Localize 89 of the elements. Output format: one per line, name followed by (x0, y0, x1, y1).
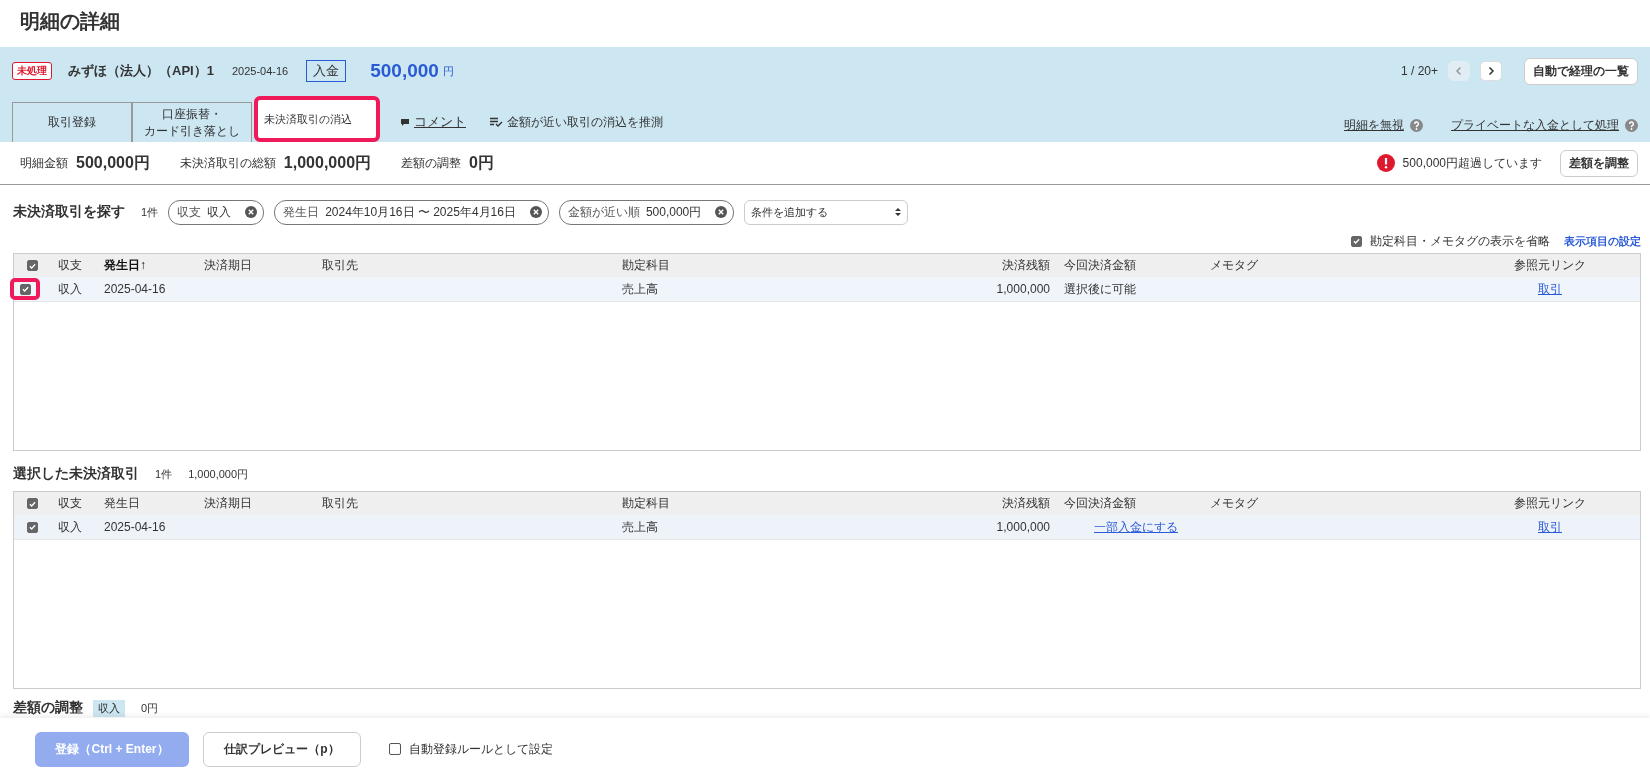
section-title: 未決済取引を探す (13, 203, 125, 221)
column-header[interactable]: メモタグ (1210, 495, 1460, 512)
type-tag: 収入 (93, 699, 125, 717)
value-text: 0円 (141, 700, 159, 716)
column-header[interactable]: 収支 (50, 495, 90, 512)
transaction-link[interactable]: 取引 (1538, 519, 1562, 534)
transaction-link[interactable]: 取引 (1538, 281, 1562, 296)
summary-value: 0円 (469, 152, 494, 173)
guess-link[interactable]: 金額が近い取引の消込を推測 (484, 102, 669, 142)
filter-chip[interactable]: 発生日 2024年10月16日 〜 2025年4月16日 (274, 199, 549, 225)
column-header[interactable]: 取引先 (322, 495, 622, 512)
total-text: 1,000,000円 (188, 466, 249, 482)
section-title: 差額の調整 (13, 699, 83, 717)
tab[interactable]: 未決済取引の消込 (254, 96, 380, 142)
table-cell: 選択後に可能 (1064, 281, 1136, 296)
filter-chip[interactable]: 収支 収入 (168, 199, 265, 225)
column-header[interactable]: 発生日↑ (90, 257, 204, 274)
omit-option[interactable]: 勘定科目・メモタグの表示を省略 (1351, 232, 1550, 250)
status-badge: 未処理 (12, 62, 52, 80)
adjust-button[interactable]: 差額を調整 (1560, 149, 1638, 177)
section-title: 選択した未決済取引 (13, 465, 139, 483)
table-cell-text: 売上高 (622, 280, 659, 298)
auto-rule-option[interactable]: 自動登録ルールとして設定 (389, 740, 553, 758)
summary-value: 500,000円 (76, 152, 150, 173)
tab[interactable]: 口座振替・ カード引き落とし (132, 102, 252, 142)
column-header[interactable]: 参照元リンク (1460, 257, 1640, 274)
summary-value: 1,000,000円 (283, 152, 372, 173)
updown-icon (895, 207, 902, 217)
checkbox[interactable] (26, 521, 38, 533)
warning-text: 500,000円超過しています (1402, 154, 1542, 172)
settings-link[interactable]: 表示項目の設定 (1564, 233, 1641, 249)
column-header[interactable]: 決済期日 (204, 257, 322, 274)
chevron-left-icon (1455, 66, 1463, 76)
table-cell-text: 2025-04-16 (103, 282, 167, 296)
condition-select[interactable]: 条件を追加する (744, 199, 909, 225)
checkbox[interactable] (26, 260, 38, 271)
table-cell-text: 1,000,000 (995, 520, 1050, 534)
partial-payment-link[interactable]: 一部入金にする (1094, 519, 1178, 534)
count-text: 1件 (141, 204, 159, 220)
table-row[interactable]: 収入 2025-04-16 売上高 1,000,000 一部入金にする 取引 (14, 515, 1640, 540)
summary-label: 差額の調整 (401, 154, 462, 172)
column-header[interactable]: 収支 (50, 257, 90, 274)
clear-icon[interactable] (529, 206, 542, 218)
page-title: 明細の詳細 (19, 9, 121, 34)
summary-label: 明細金額 (20, 154, 68, 172)
table-cell-text: 収入 (57, 518, 83, 536)
warning-icon (1376, 154, 1395, 172)
header-link[interactable]: プライベートな入金として処理 (1451, 103, 1619, 134)
checkbox[interactable] (389, 743, 401, 755)
table-cell-text: 売上高 (622, 518, 659, 536)
comment-icon (400, 117, 410, 127)
preview-button[interactable]: 仕訳プレビュー（p） (203, 731, 361, 767)
table-cell-text: 収入 (57, 280, 83, 298)
column-header[interactable]: 決済残額 (922, 257, 1050, 274)
help-icon[interactable] (1410, 119, 1423, 132)
checkbox[interactable] (1351, 235, 1362, 247)
column-header[interactable]: 勘定科目 (622, 257, 922, 274)
amount-text: 500,000 (370, 60, 439, 82)
list-button[interactable]: 自動で経理の一覧 (1524, 57, 1638, 85)
table-cell-text: 2025-04-16 (103, 520, 167, 534)
filter-chip[interactable]: 金額が近い順 500,000円 (558, 199, 735, 225)
list-check-icon (490, 117, 503, 127)
column-header[interactable]: 今回決済金額 (1050, 495, 1210, 512)
column-header[interactable]: 今回決済金額 (1050, 257, 1210, 274)
help-icon[interactable] (1625, 119, 1638, 132)
clear-icon[interactable] (245, 206, 258, 218)
table-cell-text: 1,000,000 (995, 282, 1050, 296)
currency-text: 円 (442, 63, 454, 79)
column-header[interactable]: 参照元リンク (1460, 495, 1640, 512)
comment-link[interactable]: コメント (394, 102, 472, 142)
column-header[interactable]: 取引先 (322, 257, 622, 274)
chevron-right-icon (1487, 66, 1495, 76)
direction-tag: 入金 (306, 60, 347, 82)
column-header[interactable]: メモタグ (1210, 257, 1460, 274)
column-header[interactable]: 勘定科目 (622, 495, 922, 512)
column-header[interactable]: 決済期日 (204, 495, 322, 512)
pager-text: 1 / 20+ (1400, 64, 1438, 78)
next-button[interactable] (1480, 61, 1502, 81)
column-header[interactable]: 決済残額 (922, 495, 1050, 512)
summary-label: 未決済取引の総額 (179, 154, 276, 172)
count-text: 1件 (155, 466, 173, 482)
account-name: みずほ（法人）（API）1 (68, 62, 214, 80)
checkbox[interactable] (26, 498, 38, 509)
clear-icon[interactable] (715, 206, 728, 218)
header-link[interactable]: 明細を無視 (1344, 103, 1404, 134)
tab[interactable]: 取引登録 (12, 102, 132, 142)
column-header[interactable]: 発生日 (90, 495, 204, 512)
checkbox[interactable] (19, 283, 31, 295)
date-text: 2025-04-16 (231, 65, 289, 77)
